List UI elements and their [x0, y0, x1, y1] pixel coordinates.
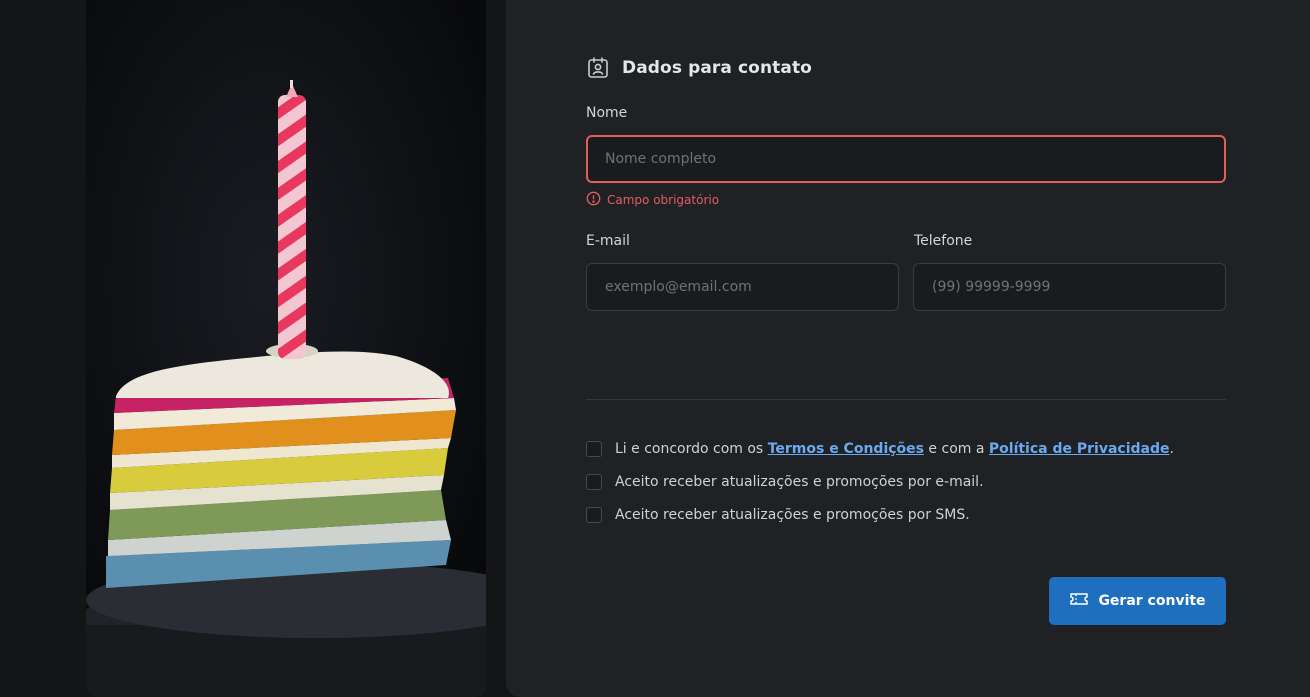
name-label: Nome: [586, 105, 628, 121]
phone-label: Telefone: [914, 233, 973, 249]
name-error: Campo obrigatório: [586, 191, 719, 209]
email-input[interactable]: [586, 263, 899, 311]
email-label: E-mail: [586, 233, 630, 249]
generate-invite-button[interactable]: Gerar convite: [1049, 577, 1226, 625]
phone-input[interactable]: [913, 263, 1226, 311]
email-updates-checkbox[interactable]: [586, 474, 602, 490]
terms-consent: Li e concordo com os Termos e Condições …: [586, 441, 1174, 457]
privacy-link[interactable]: Política de Privacidade: [989, 441, 1170, 457]
ticket-icon: [1069, 591, 1089, 611]
terms-middle: e com a: [923, 441, 989, 457]
terms-suffix: .: [1169, 441, 1174, 457]
alert-circle-icon: [586, 191, 601, 209]
section-title: Dados para contato: [622, 58, 812, 78]
name-input[interactable]: [586, 135, 1226, 183]
terms-checkbox[interactable]: [586, 441, 602, 457]
section-header: Dados para contato: [586, 56, 812, 80]
generate-invite-label: Gerar convite: [1098, 593, 1206, 609]
sms-updates-checkbox[interactable]: [586, 507, 602, 523]
sms-updates-consent: Aceito receber atualizações e promoções …: [586, 507, 970, 523]
name-error-text: Campo obrigatório: [607, 193, 720, 207]
email-updates-consent: Aceito receber atualizações e promoções …: [586, 474, 984, 490]
cake-photo: [86, 0, 486, 697]
terms-consent-text: Li e concordo com os Termos e Condições …: [615, 441, 1174, 457]
contact-card-icon: [586, 56, 610, 80]
terms-prefix: Li e concordo com os: [615, 441, 768, 457]
divider: [586, 399, 1226, 400]
contact-form: Dados para contato Nome Campo obrigatóri…: [506, 0, 1310, 697]
sms-updates-label: Aceito receber atualizações e promoções …: [615, 507, 970, 523]
email-updates-label: Aceito receber atualizações e promoções …: [615, 474, 984, 490]
terms-link[interactable]: Termos e Condições: [768, 441, 924, 457]
